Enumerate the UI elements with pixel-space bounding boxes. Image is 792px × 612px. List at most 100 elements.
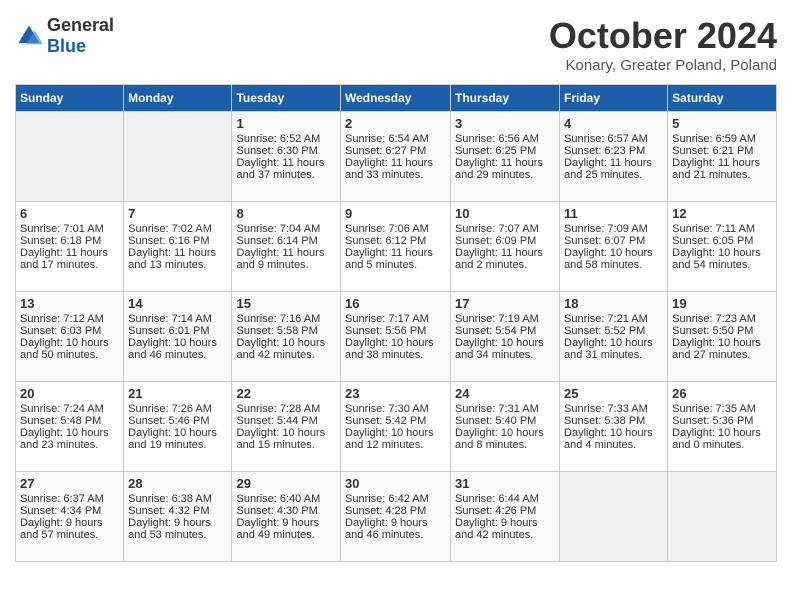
sunrise-text: Sunrise: 7:24 AM bbox=[20, 403, 104, 415]
sunrise-text: Sunrise: 6:44 AM bbox=[455, 493, 539, 505]
calendar-cell: 3Sunrise: 6:56 AMSunset: 6:25 PMDaylight… bbox=[451, 112, 560, 202]
daylight-text: Daylight: 11 hours and 13 minutes. bbox=[128, 247, 216, 271]
daylight-text: Daylight: 10 hours and 0 minutes. bbox=[672, 427, 761, 451]
daylight-text: Daylight: 10 hours and 50 minutes. bbox=[20, 337, 109, 361]
day-number: 10 bbox=[455, 206, 555, 221]
sunrise-text: Sunrise: 7:26 AM bbox=[128, 403, 212, 415]
sunrise-text: Sunrise: 7:30 AM bbox=[345, 403, 429, 415]
day-number: 30 bbox=[345, 476, 446, 491]
sunrise-text: Sunrise: 7:12 AM bbox=[20, 313, 104, 325]
page-header: General Blue October 2024 Konary, Greate… bbox=[15, 15, 777, 74]
sunrise-text: Sunrise: 7:33 AM bbox=[564, 403, 648, 415]
day-number: 19 bbox=[672, 296, 772, 311]
sunset-text: Sunset: 4:30 PM bbox=[236, 505, 317, 517]
day-number: 11 bbox=[564, 206, 663, 221]
daylight-text: Daylight: 11 hours and 29 minutes. bbox=[455, 157, 543, 181]
sunset-text: Sunset: 5:46 PM bbox=[128, 415, 209, 427]
sunrise-text: Sunrise: 7:07 AM bbox=[455, 223, 539, 235]
day-number: 9 bbox=[345, 206, 446, 221]
sunset-text: Sunset: 6:14 PM bbox=[236, 235, 317, 247]
sunset-text: Sunset: 4:32 PM bbox=[128, 505, 209, 517]
daylight-text: Daylight: 11 hours and 2 minutes. bbox=[455, 247, 543, 271]
daylight-text: Daylight: 11 hours and 21 minutes. bbox=[672, 157, 760, 181]
calendar-cell bbox=[560, 472, 668, 562]
sunrise-text: Sunrise: 6:52 AM bbox=[236, 133, 320, 145]
sunset-text: Sunset: 6:30 PM bbox=[236, 145, 317, 157]
sunset-text: Sunset: 5:58 PM bbox=[236, 325, 317, 337]
calendar-week-row: 27Sunrise: 6:37 AMSunset: 4:34 PMDayligh… bbox=[16, 472, 777, 562]
sunrise-text: Sunrise: 7:09 AM bbox=[564, 223, 648, 235]
daylight-text: Daylight: 11 hours and 33 minutes. bbox=[345, 157, 433, 181]
sunset-text: Sunset: 5:48 PM bbox=[20, 415, 101, 427]
calendar-cell: 6Sunrise: 7:01 AMSunset: 6:18 PMDaylight… bbox=[16, 202, 124, 292]
day-number: 29 bbox=[236, 476, 336, 491]
calendar-week-row: 6Sunrise: 7:01 AMSunset: 6:18 PMDaylight… bbox=[16, 202, 777, 292]
calendar-cell: 29Sunrise: 6:40 AMSunset: 4:30 PMDayligh… bbox=[232, 472, 341, 562]
daylight-text: Daylight: 10 hours and 12 minutes. bbox=[345, 427, 434, 451]
calendar-cell: 19 Sunrise: 7:23 AMSunset: 5:50 PMDayligh… bbox=[668, 292, 777, 382]
sunset-text: Sunset: 6:16 PM bbox=[128, 235, 209, 247]
sunrise-text: Sunrise: 7:11 AM bbox=[672, 223, 755, 235]
calendar-cell: 30Sunrise: 6:42 AMSunset: 4:28 PMDayligh… bbox=[341, 472, 451, 562]
calendar-cell: 9Sunrise: 7:06 AMSunset: 6:12 PMDaylight… bbox=[341, 202, 451, 292]
daylight-text: Daylight: 9 hours and 53 minutes. bbox=[128, 517, 211, 541]
sunrise-text: Sunrise: 7:31 AM bbox=[455, 403, 539, 415]
sunset-text: Sunset: 6:01 PM bbox=[128, 325, 209, 337]
sunrise-text: Sunrise: 7:35 AM bbox=[672, 403, 756, 415]
day-number: 20 bbox=[20, 386, 119, 401]
day-of-week-header: Saturday bbox=[668, 85, 777, 112]
calendar-cell: 13Sunrise: 7:12 AMSunset: 6:03 PMDayligh… bbox=[16, 292, 124, 382]
daylight-text: Daylight: 9 hours and 46 minutes. bbox=[345, 517, 428, 541]
day-number: 21 bbox=[128, 386, 227, 401]
day-of-week-header: Tuesday bbox=[232, 85, 341, 112]
sunrise-text: Sunrise: 7:06 AM bbox=[345, 223, 429, 235]
sunset-text: Sunset: 6:05 PM bbox=[672, 235, 753, 247]
sunset-text: Sunset: 5:42 PM bbox=[345, 415, 426, 427]
sunset-text: Sunset: 6:25 PM bbox=[455, 145, 536, 157]
daylight-text: Daylight: 10 hours and 31 minutes. bbox=[564, 337, 653, 361]
sunset-text: Sunset: 6:03 PM bbox=[20, 325, 101, 337]
calendar-cell: 8Sunrise: 7:04 AMSunset: 6:14 PMDaylight… bbox=[232, 202, 341, 292]
day-of-week-header: Friday bbox=[560, 85, 668, 112]
sunset-text: Sunset: 4:26 PM bbox=[455, 505, 536, 517]
daylight-text: Daylight: 11 hours and 17 minutes. bbox=[20, 247, 108, 271]
sunrise-text: Sunrise: 6:59 AM bbox=[672, 133, 756, 145]
daylight-text: Daylight: 10 hours and 34 minutes. bbox=[455, 337, 544, 361]
daylight-text: Daylight: 9 hours and 49 minutes. bbox=[236, 517, 319, 541]
day-number: 15 bbox=[236, 296, 336, 311]
day-number: 14 bbox=[128, 296, 227, 311]
sunrise-text: Sunrise: 7:02 AM bbox=[128, 223, 212, 235]
day-number: 8 bbox=[236, 206, 336, 221]
day-number: 28 bbox=[128, 476, 227, 491]
calendar-cell: 18Sunrise: 7:21 AMSunset: 5:52 PMDayligh… bbox=[560, 292, 668, 382]
sunset-text: Sunset: 6:21 PM bbox=[672, 145, 753, 157]
daylight-text: Daylight: 10 hours and 15 minutes. bbox=[236, 427, 325, 451]
daylight-text: Daylight: 9 hours and 42 minutes. bbox=[455, 517, 538, 541]
calendar-cell: 1Sunrise: 6:52 AMSunset: 6:30 PMDaylight… bbox=[232, 112, 341, 202]
daylight-text: Daylight: 11 hours and 5 minutes. bbox=[345, 247, 433, 271]
day-number: 17 bbox=[455, 296, 555, 311]
calendar-week-row: 13Sunrise: 7:12 AMSunset: 6:03 PMDayligh… bbox=[16, 292, 777, 382]
daylight-text: Daylight: 10 hours and 38 minutes. bbox=[345, 337, 434, 361]
calendar-cell: 14Sunrise: 7:14 AMSunset: 6:01 PMDayligh… bbox=[124, 292, 232, 382]
calendar-cell: 27Sunrise: 6:37 AMSunset: 4:34 PMDayligh… bbox=[16, 472, 124, 562]
daylight-text: Daylight: 10 hours and 27 minutes. bbox=[672, 337, 761, 361]
sunset-text: Sunset: 5:50 PM bbox=[672, 325, 753, 337]
daylight-text: Daylight: 10 hours and 8 minutes. bbox=[455, 427, 544, 451]
sunset-text: Sunset: 6:27 PM bbox=[345, 145, 426, 157]
sunrise-text: Sunrise: 7:23 AM bbox=[672, 313, 756, 325]
day-number: 5 bbox=[672, 116, 772, 131]
calendar-cell: 17Sunrise: 7:19 AMSunset: 5:54 PMDayligh… bbox=[451, 292, 560, 382]
day-of-week-header: Wednesday bbox=[341, 85, 451, 112]
sunrise-text: Sunrise: 7:17 AM bbox=[345, 313, 429, 325]
day-number: 22 bbox=[236, 386, 336, 401]
daylight-text: Daylight: 10 hours and 4 minutes. bbox=[564, 427, 653, 451]
header-row: SundayMondayTuesdayWednesdayThursdayFrid… bbox=[16, 85, 777, 112]
sunrise-text: Sunrise: 7:16 AM bbox=[236, 313, 320, 325]
title-area: October 2024 Konary, Greater Poland, Pol… bbox=[549, 15, 777, 74]
sunset-text: Sunset: 4:34 PM bbox=[20, 505, 101, 517]
day-number: 2 bbox=[345, 116, 446, 131]
day-number: 16 bbox=[345, 296, 446, 311]
sunrise-text: Sunrise: 6:42 AM bbox=[345, 493, 429, 505]
sunrise-text: Sunrise: 6:57 AM bbox=[564, 133, 648, 145]
